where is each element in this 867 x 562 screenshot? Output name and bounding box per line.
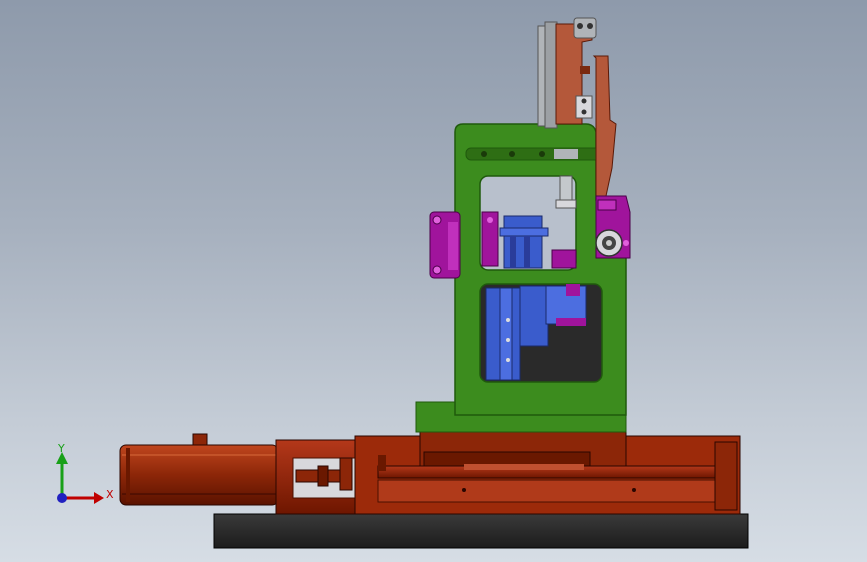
coordinate-triad: Y X xyxy=(40,440,120,520)
blue-carriage-upper[interactable] xyxy=(499,215,549,269)
magenta-bracket-left[interactable] xyxy=(429,211,461,279)
cad-viewport[interactable]: Y X xyxy=(0,0,867,562)
y-axis-label: Y xyxy=(58,442,65,455)
x-axis-label: X xyxy=(106,488,114,501)
servo-motor[interactable] xyxy=(119,433,279,506)
stop-block[interactable] xyxy=(597,199,617,211)
vertical-column[interactable] xyxy=(537,21,558,129)
axis-triad-icon xyxy=(56,452,104,504)
assembly-model[interactable] xyxy=(0,0,867,562)
rod-clamp[interactable] xyxy=(555,199,577,209)
rail-carriage[interactable] xyxy=(419,431,627,470)
base-plate[interactable] xyxy=(213,513,749,549)
